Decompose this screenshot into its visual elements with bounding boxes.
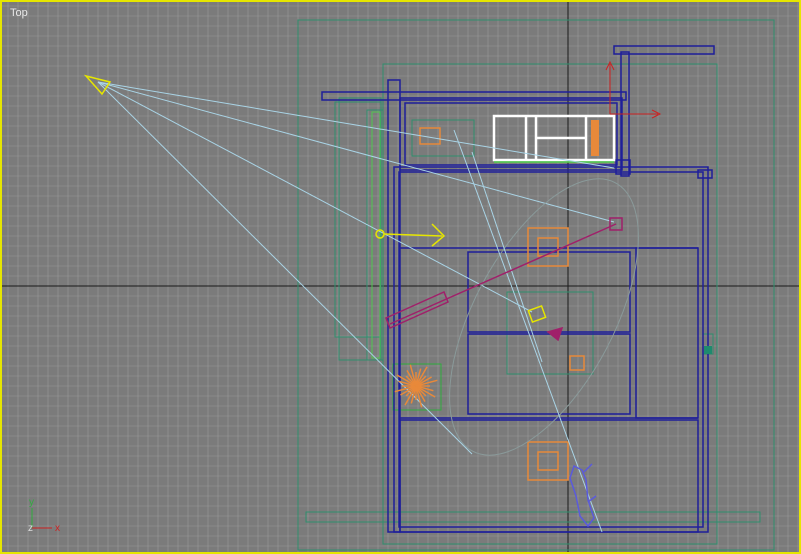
gizmo-z-label: z xyxy=(28,523,33,534)
viewport-background xyxy=(2,2,799,552)
gizmo-x-label: x xyxy=(55,523,60,534)
gizmo-y-label: y xyxy=(29,497,34,508)
selected-accent xyxy=(591,120,599,156)
viewport-canvas[interactable]: y x z xyxy=(2,2,801,554)
door-marker[interactable] xyxy=(704,346,712,354)
viewport-label[interactable]: Top xyxy=(10,7,28,19)
top-viewport[interactable]: y x z Top xyxy=(0,0,801,554)
